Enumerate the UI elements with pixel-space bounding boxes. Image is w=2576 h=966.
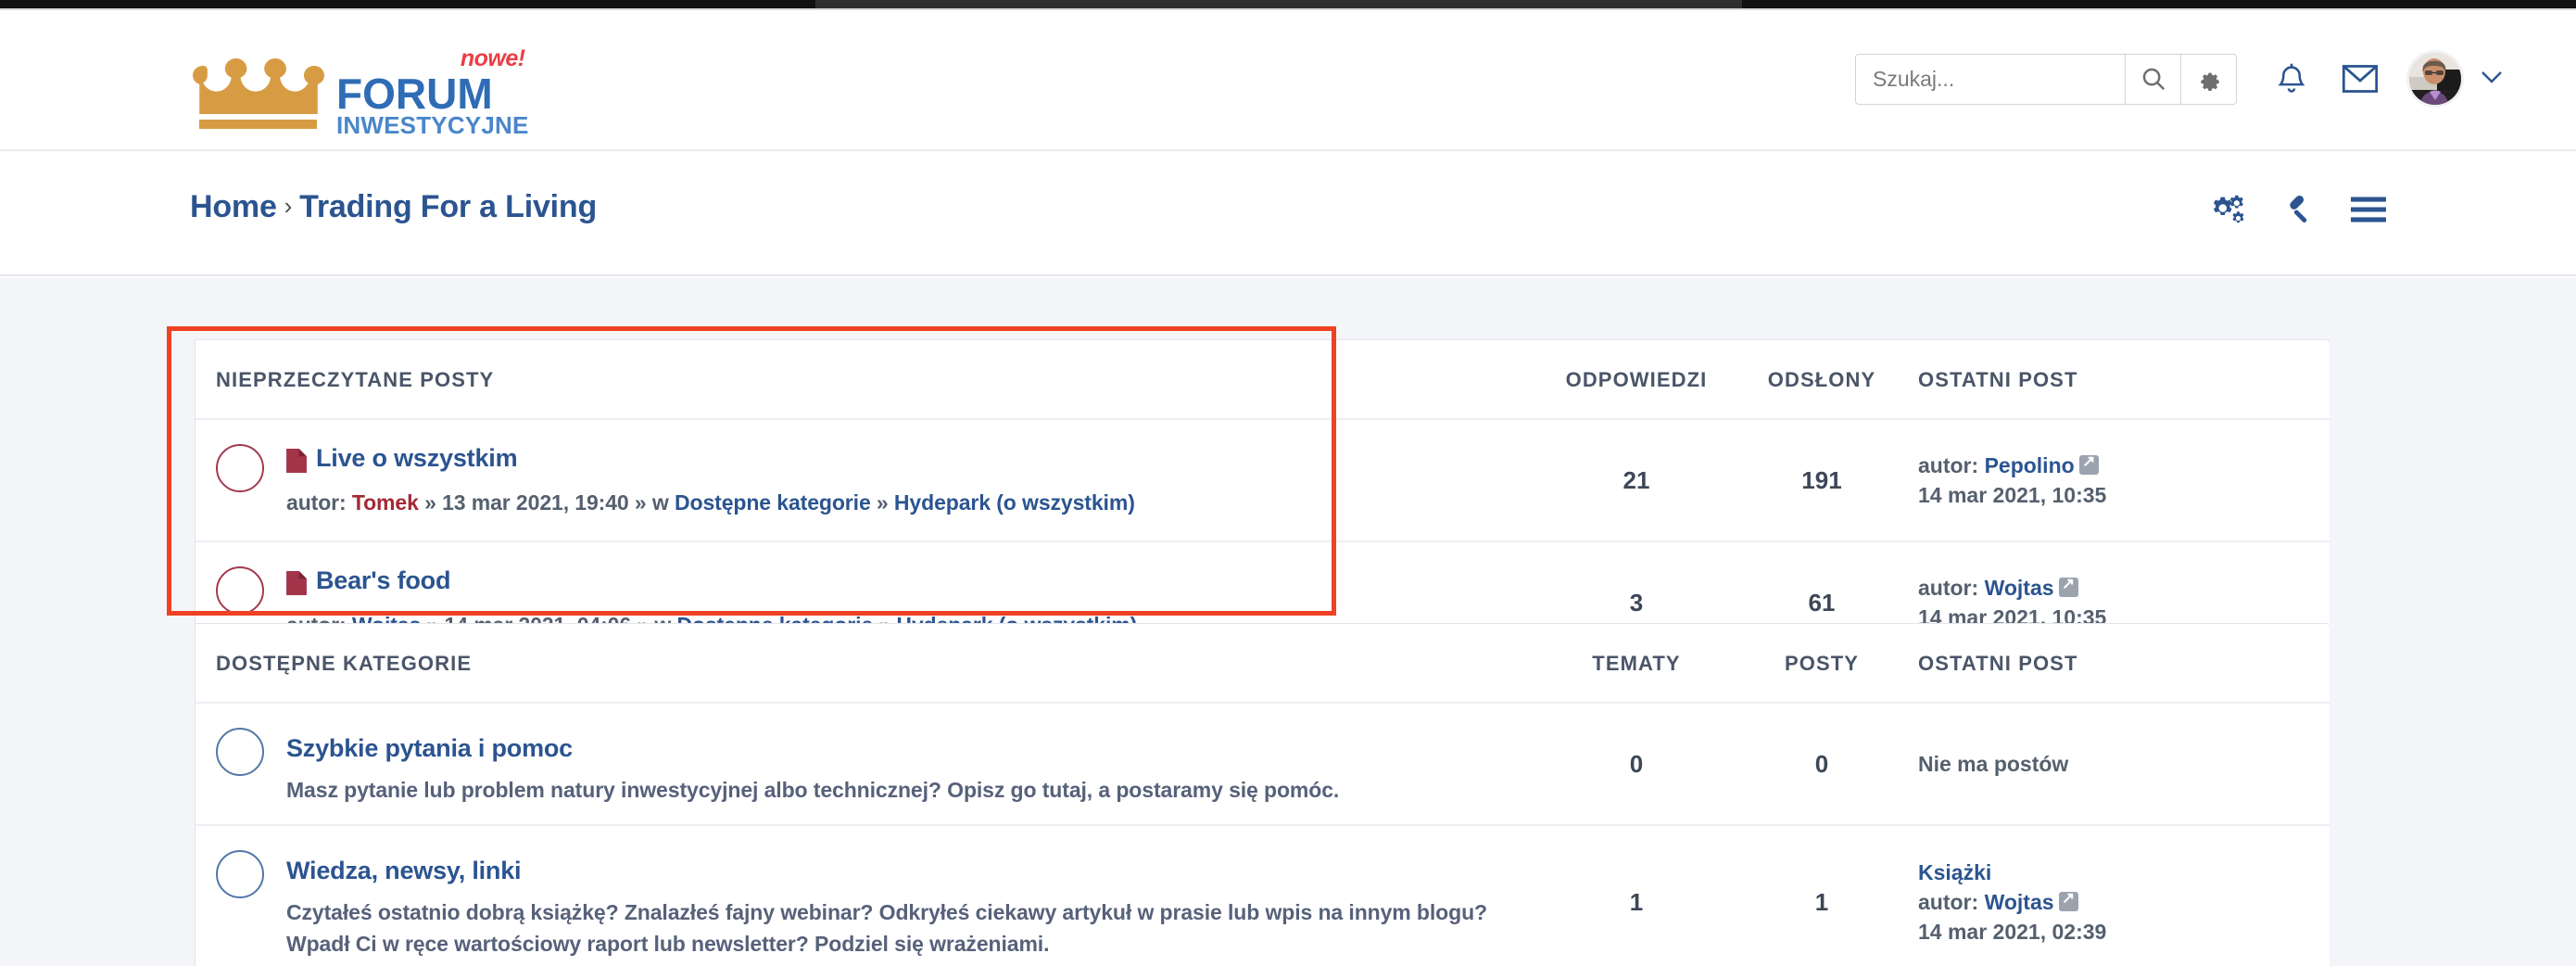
last-post-date: 14 mar 2021, 10:35 [1918,483,2107,507]
search-input[interactable] [1856,54,2125,104]
last-post-author-link[interactable]: Wojtas [1985,576,2054,600]
category-cell: Szybkie pytania i pomoc Masz pytanie lub… [196,703,1544,826]
unread-last-post-cell: autor: Pepolino 14 mar 2021, 10:35 [1914,419,2330,542]
last-post-date: 14 mar 2021, 02:39 [1918,920,2107,944]
header-actions [1855,53,2504,105]
table-row: Wiedza, newsy, linki Czytałeś ostatnio d… [196,825,2330,966]
topic-meta: autor: Tomek » 13 mar 2021, 19:40 » w Do… [286,490,1135,515]
document-icon [286,561,307,600]
topic-status-icon[interactable] [216,444,264,492]
topic-subforum-link[interactable]: Hydepark (o wszystkim) [894,490,1135,515]
category-posts-count: 0 [1729,703,1914,826]
goto-last-post-icon[interactable] [2078,451,2099,475]
unread-table-header-row: NIEPRZECZYTANE POSTY ODPOWIEDZI ODSŁONY … [196,342,2330,420]
unread-views-count: 191 [1729,419,1914,542]
unread-posts-panel: NIEPRZECZYTANE POSTY ODPOWIEDZI ODSŁONY … [195,339,2330,664]
unread-header-last-post: OSTATNI POST [1914,342,2330,420]
last-post-author-link[interactable]: Pepolino [1985,453,2075,477]
page-body: NIEPRZECZYTANE POSTY ODPOWIEDZI ODSŁONY … [0,278,2576,966]
hamburger-menu-icon[interactable] [2351,196,2386,223]
breadcrumb-current-link[interactable]: Trading For a Living [299,189,597,224]
topic-status-icon[interactable] [216,566,264,615]
categories-header-topics: TEMATY [1544,626,1729,704]
category-description: Czytałeś ostatnio dobrą książkę? Znalazł… [286,900,1487,956]
table-row: Live o wszystkim autor: Tomek » 13 mar 2… [196,419,2330,542]
avatar-image [2409,53,2461,105]
category-topics-count: 0 [1544,703,1729,826]
browser-top-bar [0,0,2576,8]
topic-in-word: w [651,490,669,515]
unread-header-views: ODSŁONY [1729,342,1914,420]
topic-author-prefix: autor: [286,490,347,515]
unread-header-replies: ODPOWIEDZI [1544,342,1729,420]
logo-forum-text: FORUM [336,70,493,118]
topic-title-link[interactable]: Live o wszystkim [316,439,518,477]
breadcrumb-home-link[interactable]: Home [190,189,277,224]
forum-status-icon[interactable] [216,728,264,776]
topic-category-link[interactable]: Dostępne kategorie [675,490,871,515]
table-row: Szybkie pytania i pomoc Masz pytanie lub… [196,703,2330,826]
category-description: Masz pytanie lub problem natury inwestyc… [286,778,1340,802]
last-post-author-prefix: autor: [1918,890,1979,914]
categories-table: DOSTĘPNE KATEGORIE TEMATY POSTY OSTATNI … [196,626,2330,966]
category-title-link[interactable]: Szybkie pytania i pomoc [286,734,573,762]
search-button[interactable] [2125,54,2180,104]
goto-last-post-icon[interactable] [2058,888,2078,911]
category-last-post-cell: Książki autor: Wojtas 14 mar 2021, 02:39 [1914,825,2330,966]
breadcrumb: Home › Trading For a Living [190,189,597,225]
breadcrumb-actions [2212,194,2386,225]
category-cell: Wiedza, newsy, linki Czytałeś ostatnio d… [196,825,1544,966]
cogs-icon[interactable] [2212,194,2247,225]
unread-replies-count: 21 [1544,419,1729,542]
unread-topic-cell: Live o wszystkim autor: Tomek » 13 mar 2… [196,419,1544,542]
document-icon [286,439,307,477]
user-menu-caret[interactable] [2480,70,2504,89]
browser-top-bar-segment [815,0,1742,8]
category-topics-count: 1 [1544,825,1729,966]
last-post-author-prefix: autor: [1918,453,1979,477]
notifications-button[interactable] [2263,53,2320,105]
category-last-post-cell: Nie ma postów [1914,703,2330,826]
unread-posts-table: NIEPRZECZYTANE POSTY ODPOWIEDZI ODSŁONY … [196,342,2330,663]
last-post-author-link[interactable]: Wojtas [1985,890,2054,914]
breadcrumb-separator: › [284,192,293,220]
site-logo[interactable]: nowe! FORUM INWESTYCYJNE [190,36,528,138]
page-root: nowe! FORUM INWESTYCYJNE Szukaj... Home … [0,0,2576,966]
crown-icon [190,57,327,129]
last-post-author-prefix: autor: [1918,576,1979,600]
gavel-icon[interactable] [2282,194,2316,225]
unread-header-title: NIEPRZECZYTANE POSTY [196,342,1544,420]
categories-table-header-row: DOSTĘPNE KATEGORIE TEMATY POSTY OSTATNI … [196,626,2330,704]
category-posts-count: 1 [1729,825,1914,966]
user-avatar[interactable] [2409,53,2461,105]
topic-date: 13 mar 2021, 19:40 [442,490,629,515]
categories-panel: DOSTĘPNE KATEGORIE TEMATY POSTY OSTATNI … [195,623,2330,966]
no-posts-label: Nie ma postów [1918,752,2069,776]
logo-badge: nowe! [460,45,525,71]
messages-button[interactable] [2331,53,2389,105]
topic-author-link[interactable]: Tomek [352,490,419,515]
breadcrumb-bar: Home › Trading For a Living [0,153,2576,276]
categories-header-last-post: OSTATNI POST [1914,626,2330,704]
logo-wordmark: nowe! FORUM INWESTYCYJNE [336,45,529,138]
category-title-link[interactable]: Wiedza, newsy, linki [286,857,522,884]
search-box[interactable] [1855,53,2237,105]
last-post-topic-link[interactable]: Książki [1918,858,2320,887]
categories-header-title: DOSTĘPNE KATEGORIE [196,626,1544,704]
forum-status-icon[interactable] [216,850,264,898]
goto-last-post-icon[interactable] [2058,574,2078,597]
search-settings-button[interactable] [2180,54,2236,104]
site-header: nowe! FORUM INWESTYCYJNE [0,10,2576,151]
categories-header-posts: POSTY [1729,626,1914,704]
topic-title-link[interactable]: Bear's food [316,561,450,600]
logo-inwestycyjne-text: INWESTYCYJNE [336,111,529,139]
